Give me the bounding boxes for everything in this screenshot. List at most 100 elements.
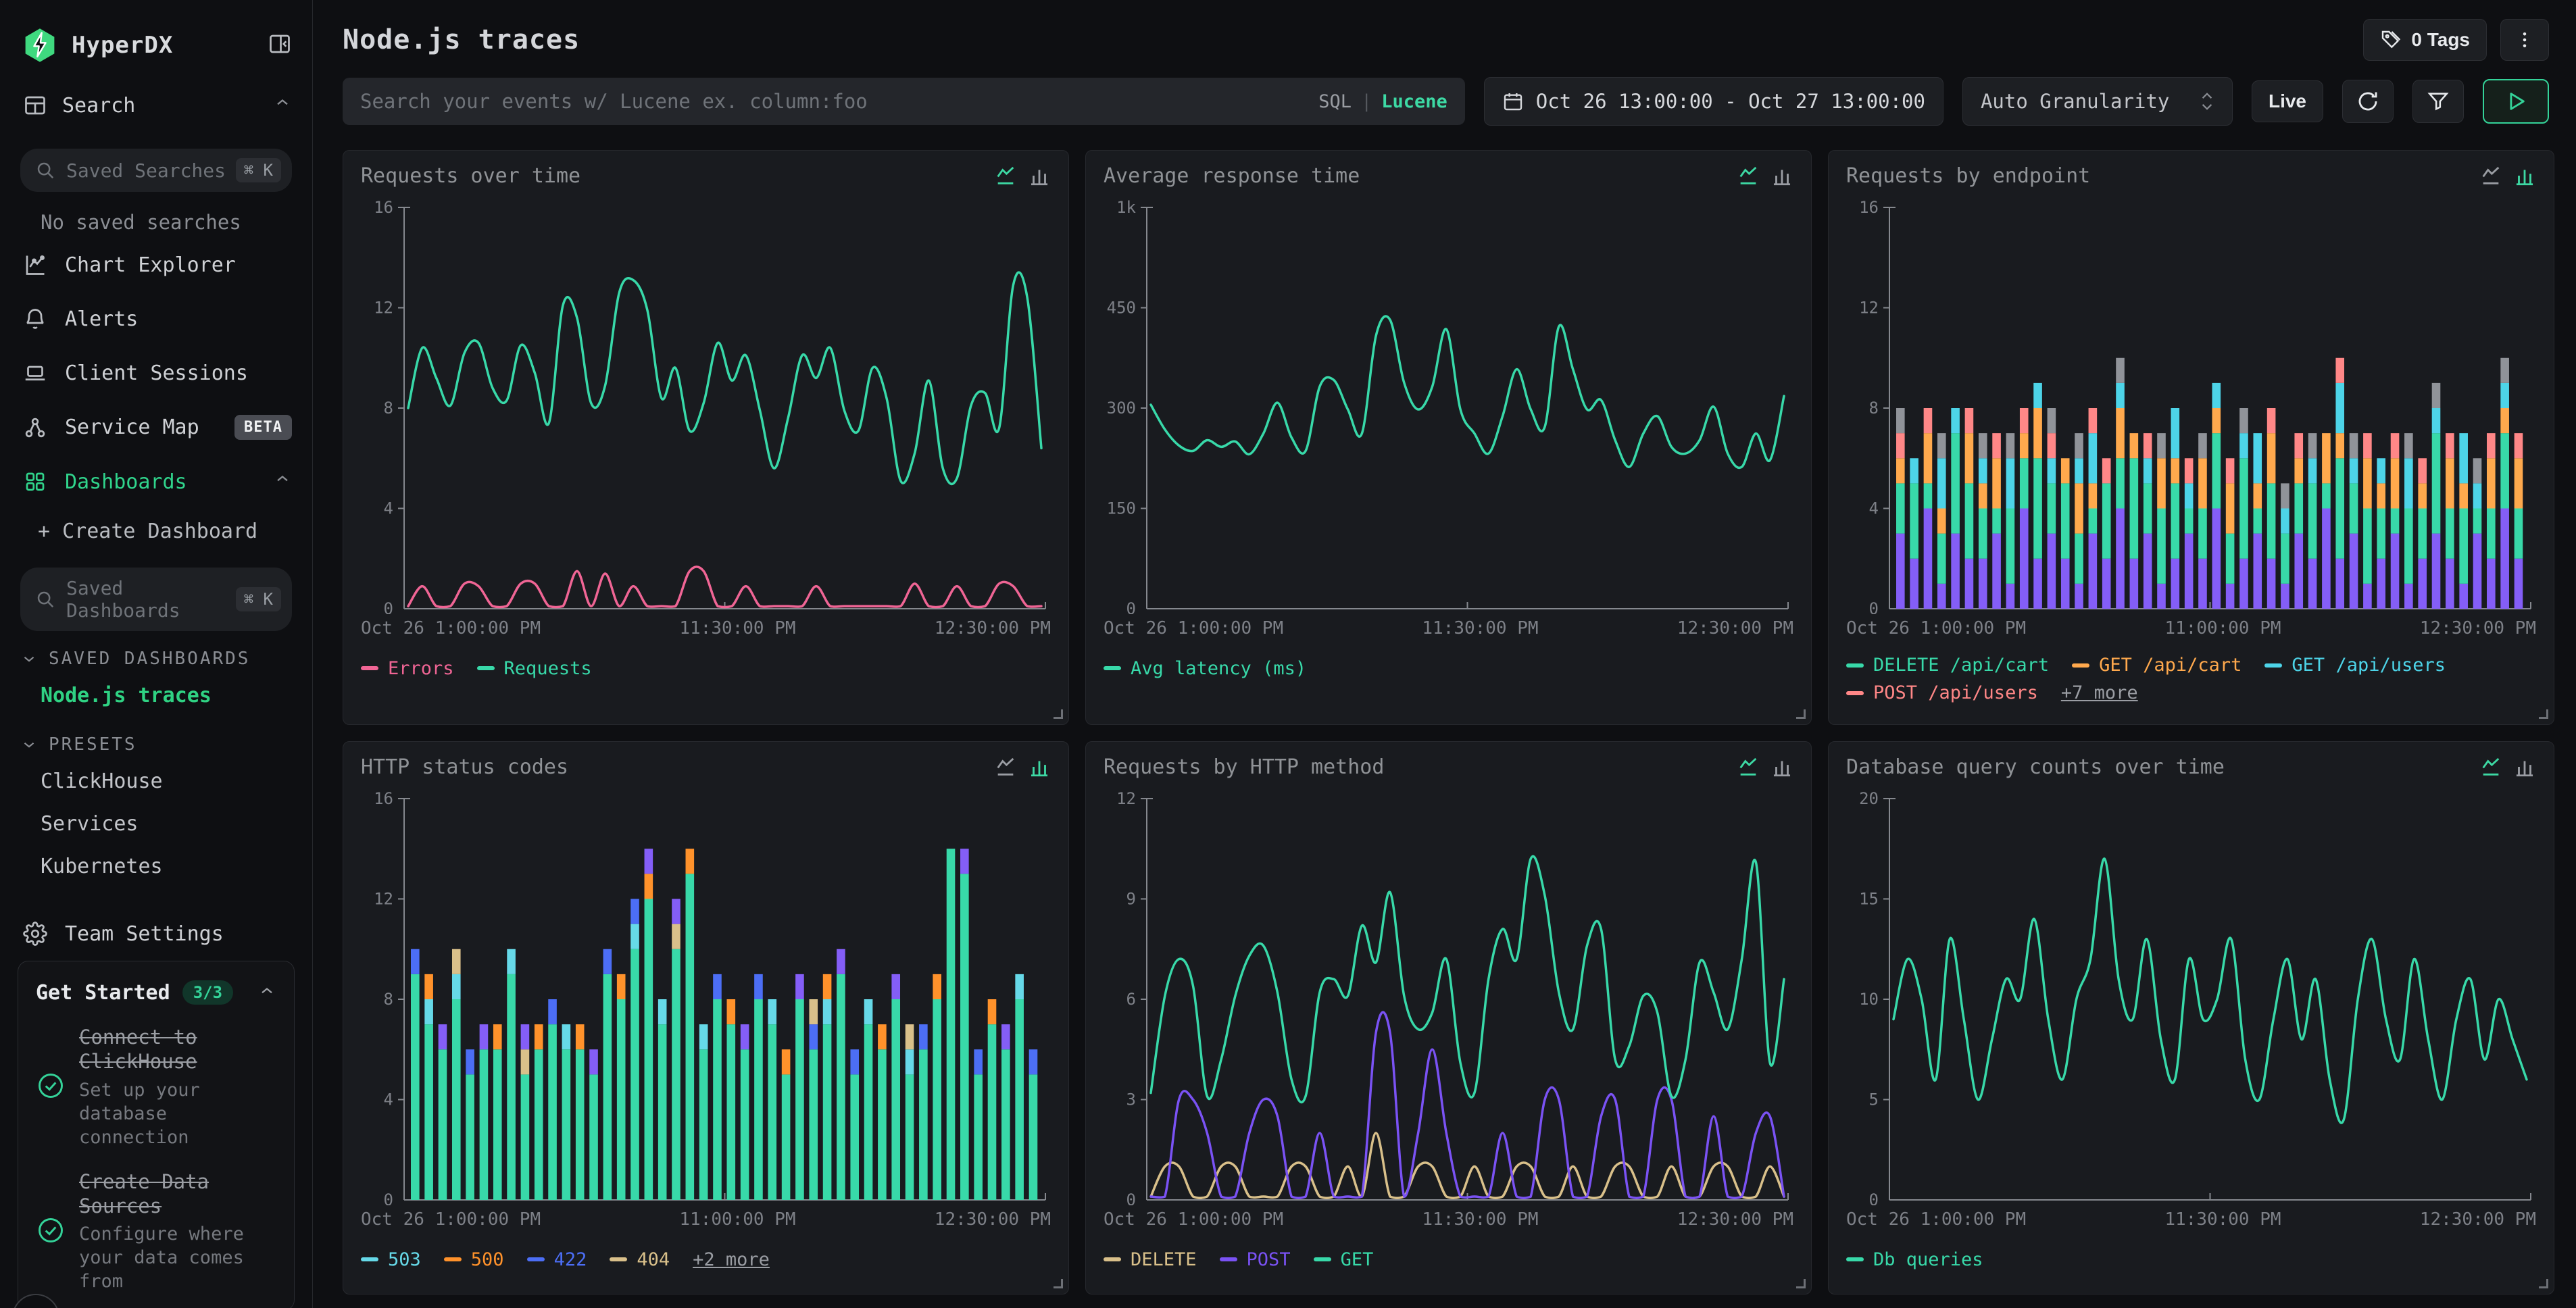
chart-explorer-icon [23,253,50,277]
bar-chart-toggle-icon[interactable] [1770,755,1793,778]
chart-legend: DELETE /api/cart GET /api/cart GET /api/us… [1846,655,2536,703]
preset-link-kubernetes[interactable]: Kubernetes [0,845,312,888]
panel-resize-handle[interactable] [1054,1279,1063,1288]
panel-resize-handle[interactable] [1054,709,1063,719]
saved-dashboards-input[interactable]: Saved Dashboards ⌘ K [20,568,292,631]
legend-item[interactable]: DELETE /api/cart [1846,655,2049,676]
sidebar-item-chart-explorer[interactable]: Chart Explorer [0,238,312,292]
preset-link-services[interactable]: Services [0,803,312,845]
legend-item[interactable]: Avg latency (ms) [1104,658,1306,679]
y-tick-label: 12 [374,299,393,318]
sidebar-item-search[interactable]: Search [0,70,312,131]
line-chart-toggle-icon[interactable] [994,164,1017,187]
run-query-button[interactable] [2483,79,2549,124]
get-started-header[interactable]: Get Started 3/3 [36,980,276,1005]
date-range-picker[interactable]: Oct 26 13:00:00 - Oct 27 13:00:00 [1484,77,1943,126]
panel-title: Requests over time [361,164,580,188]
legend-item[interactable]: 503 [361,1249,421,1270]
refresh-button[interactable] [2342,80,2394,123]
bar-chart-toggle-icon[interactable] [1770,164,1793,187]
granularity-select[interactable]: Auto Granularity [1962,77,2233,126]
create-dashboard-button[interactable]: + Create Dashboard [0,509,312,550]
x-axis-label: Oct 26 1:00:00 PM [1846,618,2026,638]
panel-resize-handle[interactable] [1796,1279,1806,1288]
bar-chart-toggle-icon[interactable] [1028,755,1051,778]
line-chart-toggle-icon[interactable] [1737,164,1760,187]
sidebar-item-dashboards[interactable]: Dashboards [0,455,312,509]
legend-more-link[interactable]: +7 more [2061,682,2138,703]
chevron-up-icon[interactable] [273,93,292,118]
legend-item[interactable]: Db queries [1846,1249,1983,1270]
chevron-down-icon [20,736,38,753]
legend-item[interactable]: POST [1220,1249,1291,1270]
legend-item[interactable]: DELETE [1104,1249,1197,1270]
sidebar-item-label: Service Map [65,416,199,439]
panel-resize-handle[interactable] [2539,709,2548,719]
lucene-toggle[interactable]: Lucene [1381,91,1447,112]
filter-button[interactable] [2412,80,2464,123]
chart-plot-area[interactable]: 1612840 [361,197,1051,614]
preset-link-clickhouse[interactable]: ClickHouse [0,760,312,803]
panel-title: Average response time [1104,164,1360,188]
bar-chart-toggle-icon[interactable] [1028,164,1051,187]
sidebar-item-client-sessions[interactable]: Client Sessions [0,346,312,400]
line-chart-toggle-icon[interactable] [1737,755,1760,778]
bar-chart-toggle-icon[interactable] [2513,755,2536,778]
dashboard-link-nodejs-traces[interactable]: Node.js traces [0,674,312,717]
chart-plot-area[interactable]: 1612840 [361,788,1051,1205]
y-tick-label: 5 [1869,1090,1879,1109]
line-chart-toggle-icon[interactable] [2479,164,2502,187]
chart-plot-area[interactable]: 1612840 [1846,197,2536,614]
y-tick-label: 300 [1107,399,1136,418]
panel-requests-by-http-method: Requests by HTTP method129630Oct 26 1:00… [1085,741,1812,1294]
chart-plot-area[interactable]: 1k4503001500 [1104,197,1793,614]
group-saved-dashboards[interactable]: SAVED DASHBOARDS [0,631,312,674]
legend-item[interactable]: GET /api/cart [2072,655,2241,676]
legend-item[interactable]: 422 [527,1249,587,1270]
legend-item[interactable]: 500 [444,1249,504,1270]
legend-more-link[interactable]: +2 more [693,1249,770,1270]
panel-resize-handle[interactable] [2539,1279,2548,1288]
y-tick-label: 4 [384,499,393,518]
sidebar-collapse-icon[interactable] [268,32,292,59]
sidebar-item-team-settings[interactable]: Team Settings [0,907,312,961]
bar-chart-toggle-icon[interactable] [2513,164,2536,187]
chart-legend: DELETE POST GET [1104,1246,1793,1273]
chart-plot-area[interactable]: 20151050 [1846,788,2536,1205]
get-started-title: Get Started [36,981,170,1005]
group-presets[interactable]: PRESETS [0,717,312,760]
sql-toggle[interactable]: SQL [1318,91,1352,112]
sidebar-item-service-map[interactable]: Service Map BETA [0,400,312,455]
line-chart-toggle-icon[interactable] [994,755,1017,778]
legend-swatch [1846,691,1864,695]
get-started-item-sources[interactable]: Create Data Sources Configure where your… [36,1169,276,1294]
line-chart-toggle-icon[interactable] [2479,755,2502,778]
legend-item[interactable]: Requests [477,658,592,679]
panel-resize-handle[interactable] [1796,709,1806,719]
saved-searches-input[interactable]: Saved Searches ⌘ K [20,149,292,192]
legend-swatch [1314,1257,1331,1261]
legend-label: 500 [471,1249,504,1270]
chevron-up-icon[interactable] [257,982,276,1003]
no-saved-searches-note: No saved searches [0,192,312,238]
event-search-input[interactable]: Search your events w/ Lucene ex. column:… [343,78,1465,125]
dashboard-menu-button[interactable] [2500,19,2549,61]
get-started-item-connect[interactable]: Connect to ClickHouse Set up your databa… [36,1025,276,1149]
sidebar: HyperDX Search Saved Searches ⌘ K No sav… [0,0,313,1308]
legend-item[interactable]: Errors [361,658,454,679]
chevron-up-icon[interactable] [273,470,292,494]
legend-item[interactable]: 404 [610,1249,670,1270]
legend-item[interactable]: POST /api/users [1846,682,2038,703]
legend-item[interactable]: GET /api/users [2264,655,2446,676]
search-section-icon [23,93,47,118]
live-button[interactable]: Live [2252,80,2323,122]
legend-item[interactable]: GET [1314,1249,1374,1270]
logo-row: HyperDX [0,0,312,70]
sidebar-item-alerts[interactable]: Alerts [0,292,312,346]
get-started-item-desc: Set up your database connection [79,1078,276,1149]
panel-title: Requests by HTTP method [1104,755,1384,779]
sidebar-item-label: Client Sessions [65,361,248,385]
tags-button[interactable]: 0 Tags [2363,19,2487,61]
x-axis-labels: Oct 26 1:00:00 PM11:30:00 PM12:30:00 PM [1104,614,1793,638]
chart-plot-area[interactable]: 129630 [1104,788,1793,1205]
